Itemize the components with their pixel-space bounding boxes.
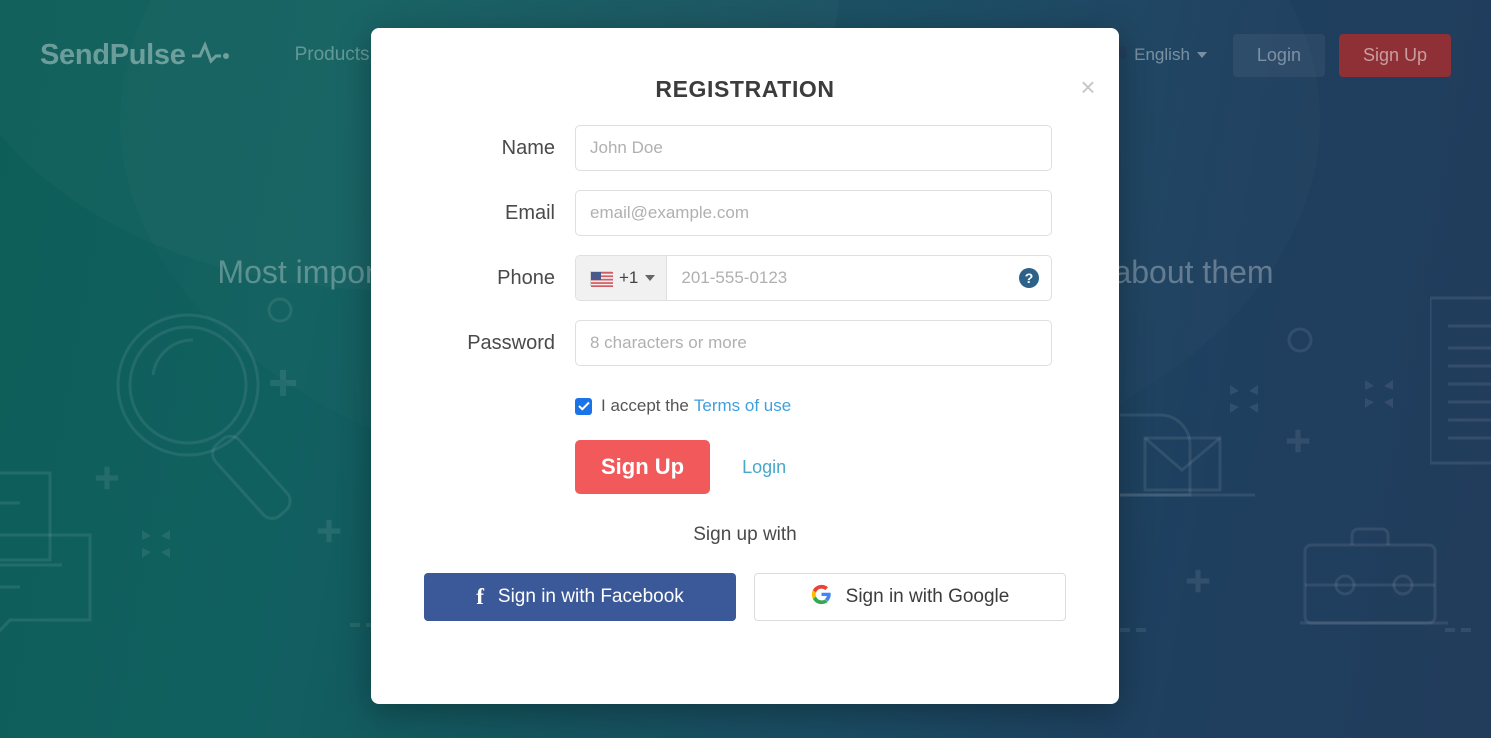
form-actions: Sign Up Login: [575, 440, 1119, 494]
country-code-label: +1: [619, 268, 639, 287]
sparkle-decoration-icon: [1363, 378, 1395, 410]
form-row-name: Name: [371, 125, 1119, 171]
chat-bubble-decoration-icon: [0, 465, 110, 645]
sendpulse-logo[interactable]: SendPulse: [40, 39, 231, 72]
form-row-password: Password: [371, 320, 1119, 366]
signup-button[interactable]: Sign Up: [575, 440, 711, 494]
plus-decoration-icon: [1185, 568, 1211, 594]
terms-row: I accept the Terms of use: [575, 396, 1119, 416]
pulse-icon: [191, 39, 231, 72]
dash-decoration-icon: [1445, 625, 1485, 635]
document-decoration-icon: [1430, 290, 1491, 475]
phone-label: Phone: [497, 266, 555, 289]
plus-decoration-icon: [316, 518, 342, 544]
email-input[interactable]: [575, 190, 1052, 236]
phone-group: +1 ?: [575, 255, 1052, 301]
social-buttons: f Sign in with Facebook Sign in with Goo…: [371, 573, 1119, 621]
language-label: English: [1134, 45, 1190, 64]
us-flag-icon: [590, 270, 613, 287]
header-signup-button[interactable]: Sign Up: [1338, 33, 1451, 77]
google-icon: [811, 584, 832, 611]
name-label: Name: [501, 136, 555, 159]
dash-decoration-icon: [1120, 625, 1160, 635]
nav-products-label: Products: [294, 44, 370, 65]
terms-text: I accept the: [601, 396, 689, 415]
plus-decoration-icon: [94, 465, 120, 491]
page-title: REGISTRATION: [655, 76, 835, 102]
signup-with-label: Sign up with: [693, 524, 797, 545]
password-label: Password: [467, 331, 555, 354]
terms-of-use-link[interactable]: Terms of use: [694, 396, 791, 416]
form-row-email: Email: [371, 190, 1119, 236]
hero-text-right: about them: [1113, 254, 1274, 290]
logo-text: SendPulse: [40, 38, 186, 71]
plus-decoration-icon: [268, 368, 298, 398]
login-link[interactable]: Login: [742, 457, 786, 478]
hero-text-left: Most impor: [217, 254, 376, 290]
facebook-icon: f: [476, 584, 484, 609]
page-background: SendPulse Products English Login Sign Up…: [0, 0, 1491, 738]
magnifier-decoration-icon: [95, 290, 325, 540]
chevron-down-icon: [1196, 52, 1207, 58]
password-input[interactable]: [575, 320, 1052, 366]
email-label: Email: [504, 201, 555, 224]
google-signin-button[interactable]: Sign in with Google: [754, 573, 1066, 621]
help-icon[interactable]: ?: [1019, 268, 1039, 288]
language-selector[interactable]: English: [1107, 44, 1207, 66]
sparkle-decoration-icon: [140, 528, 172, 560]
mailbox-decoration-icon: [1120, 390, 1270, 510]
close-icon[interactable]: ×: [1075, 74, 1101, 100]
circle-decoration-icon: [1285, 325, 1319, 359]
registration-form: Name Email Phone: [371, 125, 1119, 621]
terms-checkbox[interactable]: [575, 397, 592, 415]
form-row-phone: Phone +1 201-555-0123 ?: [371, 255, 1119, 301]
header-login-button[interactable]: Login: [1232, 33, 1325, 77]
phone-input[interactable]: [667, 256, 1051, 300]
name-input[interactable]: [575, 125, 1052, 171]
plus-decoration-icon: [1285, 428, 1311, 454]
google-button-label: Sign in with Google: [845, 586, 1010, 607]
registration-modal: × REGISTRATION Name Email Phone: [371, 28, 1119, 704]
facebook-signin-button[interactable]: f Sign in with Facebook: [424, 573, 736, 621]
facebook-button-label: Sign in with Facebook: [497, 586, 684, 607]
chevron-down-icon: [645, 275, 656, 281]
sparkle-decoration-icon: [1228, 383, 1260, 415]
circle-decoration-icon: [265, 295, 299, 329]
header-right: English Login Sign Up: [1107, 33, 1451, 77]
country-code-selector[interactable]: +1: [576, 256, 668, 300]
briefcase-decoration-icon: [1300, 527, 1450, 637]
